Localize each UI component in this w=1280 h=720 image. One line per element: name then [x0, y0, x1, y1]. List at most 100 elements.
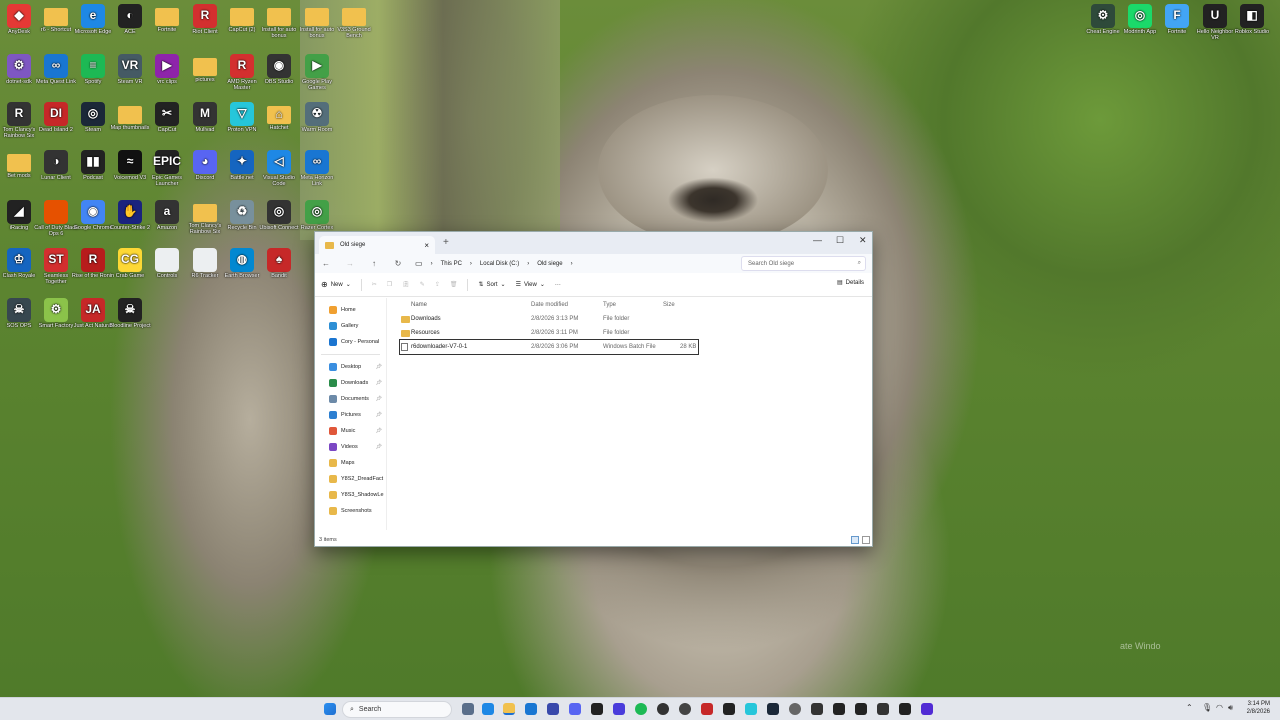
taskbar-app-icon[interactable]	[811, 703, 823, 715]
search-input[interactable]: Search Old siege ⌕	[741, 256, 866, 271]
details-view-icon[interactable]	[851, 536, 859, 544]
refresh-button[interactable]: ↻	[391, 259, 405, 268]
tab-old-siege[interactable]: Old siege ×	[319, 236, 435, 254]
mic-icon[interactable]: 🎙︎	[1202, 703, 1212, 712]
close-tab-icon[interactable]: ×	[424, 241, 429, 250]
clock[interactable]: 3:14 PM 2/8/2026	[1247, 701, 1270, 717]
new-tab-button[interactable]: +	[443, 237, 449, 248]
column-name[interactable]: Name	[411, 302, 427, 308]
desktop-icon[interactable]: ◧ Roblox Studio	[1230, 4, 1274, 35]
maximize-button[interactable]: ☐	[836, 235, 844, 246]
nav-item-cory-personal[interactable]: Cory - Personal	[315, 334, 386, 350]
taskbar-app-icon[interactable]	[701, 703, 713, 715]
plus-circle-icon: ⊕	[321, 280, 328, 289]
view-button[interactable]: ☰ View ⌄	[516, 281, 545, 289]
nav-item-screenshots[interactable]: Screenshots	[315, 503, 386, 519]
proton-vpn-icon[interactable]	[745, 703, 757, 715]
sort-button[interactable]: ⇅ Sort ⌄	[478, 281, 505, 289]
desktop-icon[interactable]: ♠ Bandit	[257, 248, 301, 279]
file-row[interactable]: Resources 2/8/2026 3:11 PM File folder	[393, 326, 872, 340]
minimize-button[interactable]: —	[813, 235, 822, 245]
taskbar-app-icon[interactable]	[679, 703, 691, 715]
settings-icon[interactable]	[789, 703, 801, 715]
app-icon: R	[230, 54, 254, 78]
paste-button[interactable]: 📋︎	[402, 281, 410, 288]
desktop-icon[interactable]: ▶ Google Play Games	[295, 54, 339, 92]
breadcrumb-this-pc[interactable]: This PC	[441, 261, 462, 267]
title-bar: Old siege × + — ☐ ✕	[315, 232, 872, 254]
tiles-view-icon[interactable]	[862, 536, 870, 544]
rename-button[interactable]: ✎	[420, 281, 425, 288]
taskbar-app-icon[interactable]	[547, 703, 559, 715]
file-row[interactable]: Downloads 2/8/2026 3:13 PM File folder	[393, 312, 872, 326]
steam-icon[interactable]	[767, 703, 779, 715]
nav-item-desktop[interactable]: Desktop 📌︎	[315, 359, 386, 375]
nav-item-gallery[interactable]: Gallery	[315, 318, 386, 334]
app-icon: JA	[81, 298, 105, 322]
nav-item-pictures[interactable]: Pictures 📌︎	[315, 407, 386, 423]
desktop-icon[interactable]: ◎ Razer Cortex	[295, 200, 339, 231]
desktop-icon-label: Bloodline Project	[109, 323, 151, 329]
desktop-icon[interactable]: ☢ Warm Room	[295, 102, 339, 133]
app-icon: R	[7, 102, 31, 126]
breadcrumb[interactable]: ▭ › This PC › Local Disk (C:) › Old sieg…	[415, 256, 733, 271]
spotify-icon[interactable]	[635, 703, 647, 715]
taskbar-app-icon[interactable]	[525, 703, 537, 715]
file-explorer-window: Old siege × + — ☐ ✕ ← → ↑ ↻ ▭ › This PC …	[314, 231, 873, 547]
chevron-up-icon[interactable]: ⌃	[1186, 703, 1193, 712]
nav-item-videos[interactable]: Videos 📌︎	[315, 439, 386, 455]
copy-button[interactable]: ❐	[387, 281, 392, 288]
nav-item-label: Home	[341, 307, 356, 313]
file-explorer-icon[interactable]	[503, 703, 515, 715]
volume-icon[interactable]: 🔊︎	[1228, 703, 1233, 713]
obs-icon[interactable]	[657, 703, 669, 715]
nav-item-y8s2-dreadfact[interactable]: Y8S2_DreadFact	[315, 471, 386, 487]
taskbar-app-icon[interactable]	[613, 703, 625, 715]
more-button[interactable]: ···	[555, 282, 561, 288]
new-button[interactable]: ⊕ New ⌄	[321, 280, 351, 289]
desktop-icon[interactable]: V3S3 Ground Bench	[332, 4, 376, 40]
app-icon: ◐	[118, 4, 142, 28]
taskbar-app-icon[interactable]	[833, 703, 845, 715]
capcut-icon[interactable]	[591, 703, 603, 715]
nav-item-downloads[interactable]: Downloads 📌︎	[315, 375, 386, 391]
discord-icon[interactable]	[569, 703, 581, 715]
desktop-icon[interactable]: ☠ Bloodline Project	[108, 298, 152, 329]
folder-icon	[329, 491, 337, 499]
details-button[interactable]: ▤ Details	[837, 279, 864, 287]
taskbar-app-icon[interactable]	[877, 703, 889, 715]
close-window-button[interactable]: ✕	[859, 235, 867, 246]
nav-item-maps[interactable]: Maps	[315, 455, 386, 471]
nav-item-y8s3-shadowle[interactable]: Y8S3_ShadowLe	[315, 487, 386, 503]
edge-icon[interactable]	[482, 703, 494, 715]
dotnet-icon[interactable]	[921, 703, 933, 715]
nav-item-documents[interactable]: Documents 📌︎	[315, 391, 386, 407]
taskbar-app-icon[interactable]	[723, 703, 735, 715]
cut-button[interactable]: ✂	[372, 281, 377, 288]
file-row[interactable]: r6downloader-V7-0-1 2/8/2026 3:06 PM Windo…	[399, 339, 699, 355]
desktop-icon[interactable]: ∞ Meta Horizon Link	[295, 150, 339, 188]
taskbar-search[interactable]: ⌕ Search	[342, 701, 452, 718]
nav-item-music[interactable]: Music 📌︎	[315, 423, 386, 439]
task-view-icon[interactable]	[462, 703, 474, 715]
app-icon: ST	[44, 248, 68, 272]
up-button[interactable]: ↑	[367, 259, 381, 268]
start-windows-icon[interactable]	[324, 703, 336, 715]
podcast-icon[interactable]	[855, 703, 867, 715]
forward-button[interactable]: →	[343, 259, 357, 268]
column-type[interactable]: Type	[603, 302, 616, 308]
breadcrumb-old-siege[interactable]: Old siege	[537, 261, 562, 267]
back-button[interactable]: ←	[319, 259, 333, 268]
delete-button[interactable]: 🗑︎	[450, 281, 458, 288]
nav-item-home[interactable]: Home	[315, 302, 386, 318]
file-name: Resources	[411, 330, 440, 336]
share-button[interactable]: ⇪	[435, 281, 440, 288]
wifi-icon[interactable]: ◠	[1216, 703, 1223, 712]
app-icon	[193, 204, 217, 222]
breadcrumb-local-disk[interactable]: Local Disk (C:)	[480, 261, 519, 267]
column-date-modified[interactable]: Date modified	[531, 302, 568, 308]
app-icon: ⚙	[7, 54, 31, 78]
capcut-icon[interactable]	[899, 703, 911, 715]
column-size[interactable]: Size	[663, 302, 675, 308]
pin-icon: 📌︎	[375, 428, 382, 434]
